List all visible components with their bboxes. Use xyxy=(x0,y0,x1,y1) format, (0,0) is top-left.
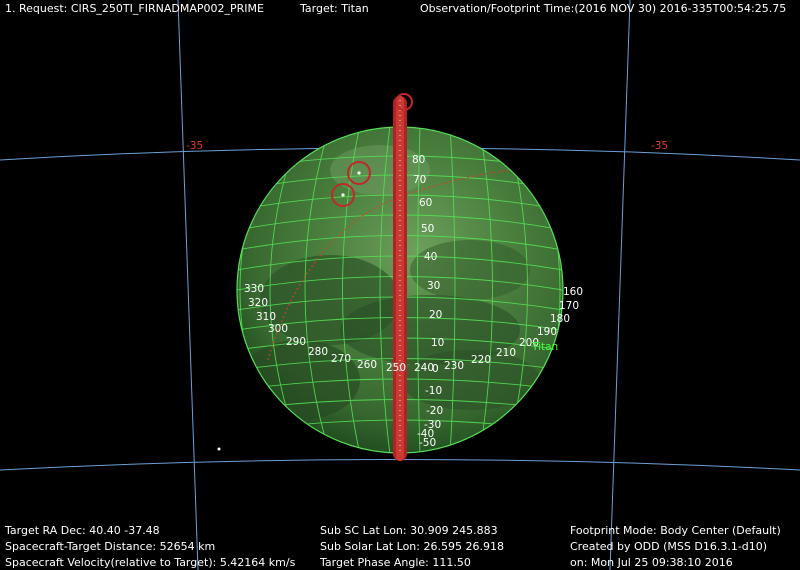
lon-label: 270 xyxy=(331,353,351,365)
request-label: 1. Request: CIRS_250TI_FIRNADMAP002_PRIM… xyxy=(5,2,264,15)
lat-label: 30 xyxy=(427,280,440,292)
lon-label: 260 xyxy=(357,359,377,371)
dec-label-right: -35 xyxy=(651,140,668,152)
dec-label-left: -35 xyxy=(186,140,203,152)
lon-label: 170 xyxy=(559,300,579,312)
lon-label: 220 xyxy=(471,354,491,366)
lon-label: 280 xyxy=(308,346,328,358)
lat-label: 60 xyxy=(419,197,432,209)
lat-label: -10 xyxy=(425,385,442,397)
created-on-label: on: Mon Jul 25 09:38:10 2016 xyxy=(570,556,733,569)
lat-label: 80 xyxy=(412,154,425,166)
lat-label: 50 xyxy=(421,223,434,235)
lat-label: 40 xyxy=(424,251,437,263)
sky-grid-line xyxy=(0,459,800,471)
lon-label: 290 xyxy=(286,336,306,348)
observation-time-label: Observation/Footprint Time:(2016 NOV 30)… xyxy=(420,2,787,15)
lon-label: 210 xyxy=(496,347,516,359)
ra-dec-readout: Target RA Dec: 40.40 -37.48 xyxy=(5,524,160,537)
sub-solar-readout: Sub Solar Lat Lon: 26.595 26.918 xyxy=(320,540,504,553)
lon-label: 190 xyxy=(537,326,557,338)
footprint-mode-label: Footprint Mode: Body Center (Default) xyxy=(570,524,781,537)
phase-angle-readout: Target Phase Angle: 111.50 xyxy=(320,556,471,569)
lon-label: 180 xyxy=(550,313,570,325)
lon-label: 300 xyxy=(268,323,288,335)
created-by-label: Created by ODD (MSS D16.3.1-d10) xyxy=(570,540,768,553)
sky-grid-line xyxy=(177,0,199,570)
lat-label: 10 xyxy=(431,337,444,349)
star-dot xyxy=(217,447,221,451)
lon-label: 320 xyxy=(248,297,268,309)
velocity-readout: Spacecraft Velocity(relative to Target):… xyxy=(5,556,296,569)
lon-label: 160 xyxy=(563,286,583,298)
lat-label: -20 xyxy=(426,405,443,417)
planet-view: -35 -35 80 70 60 50 40 30 20 10 0 -10 -2… xyxy=(0,0,800,570)
sky-grid-line xyxy=(609,0,631,570)
lon-label: 250 xyxy=(386,362,406,374)
lat-label: 70 xyxy=(413,174,426,186)
lat-label: -50 xyxy=(419,437,436,449)
sub-sc-readout: Sub SC Lat Lon: 30.909 245.883 xyxy=(320,524,498,537)
lat-label: 20 xyxy=(429,309,442,321)
lon-label: 330 xyxy=(244,283,264,295)
lon-label: 230 xyxy=(444,360,464,372)
observation-viewer: -35 -35 80 70 60 50 40 30 20 10 0 -10 -2… xyxy=(0,0,800,570)
body-name-label: Titan xyxy=(531,341,558,353)
distance-readout: Spacecraft-Target Distance: 52654 km xyxy=(5,540,216,553)
lon-label: 310 xyxy=(256,311,276,323)
target-label: Target: Titan xyxy=(300,2,369,15)
lon-label: 240 xyxy=(414,362,434,374)
